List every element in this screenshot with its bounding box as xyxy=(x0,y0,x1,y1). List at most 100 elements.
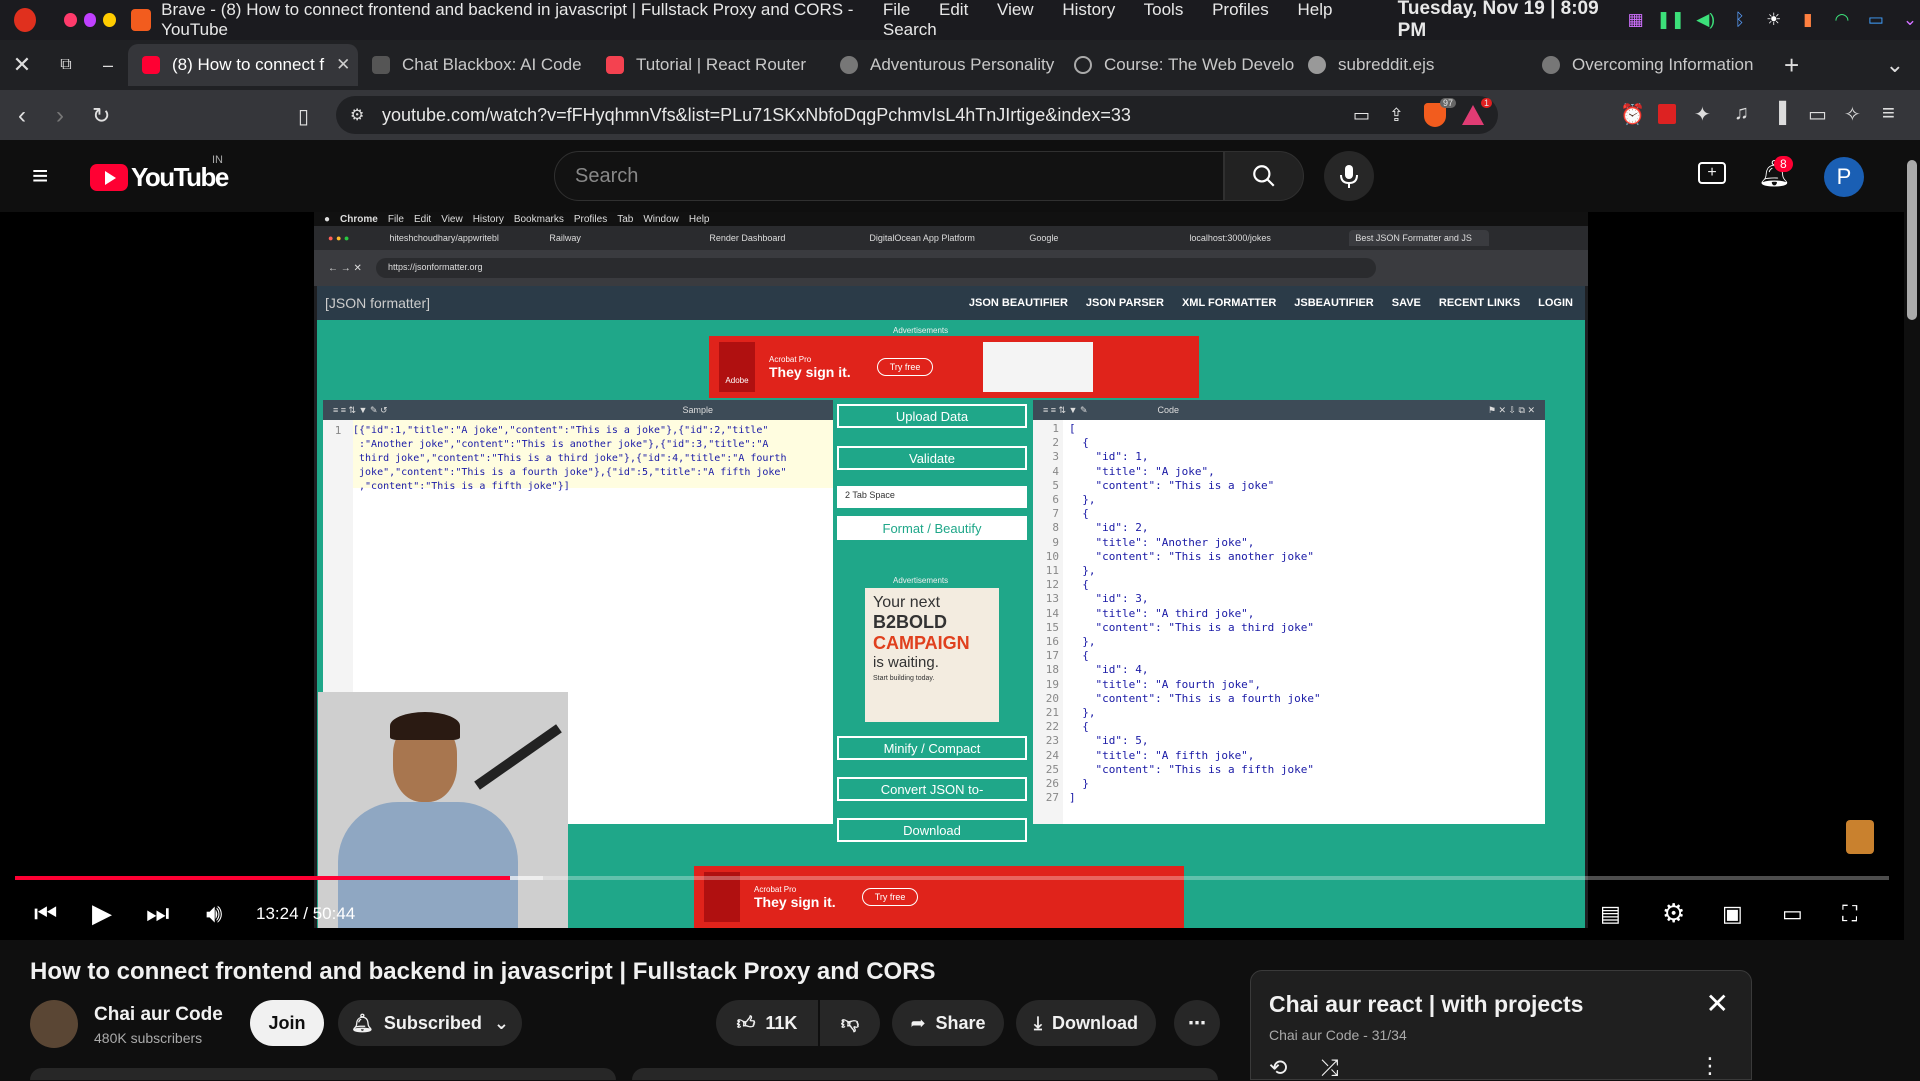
like-button[interactable]: 👍︎ 11K xyxy=(716,1000,818,1046)
tab-youtube[interactable]: (8) How to connect f ✕ xyxy=(128,44,358,86)
chevron-icon[interactable]: ⌄ xyxy=(1900,9,1920,31)
back-icon[interactable]: ‹ xyxy=(18,102,26,130)
tab-subreddit[interactable]: subreddit.ejs xyxy=(1294,44,1528,86)
youtube-logo[interactable]: YouTube IN xyxy=(90,154,229,193)
page-scrollbar[interactable] xyxy=(1904,140,1920,1080)
tab-course[interactable]: Course: The Web Develo xyxy=(1060,44,1294,86)
share-button[interactable]: ➦ Share xyxy=(892,1000,1004,1046)
input-json-text: [{"id":1,"title":"A joke","content":"Thi… xyxy=(353,420,833,492)
site-info-icon[interactable]: ⚙ xyxy=(350,105,364,125)
channel-avatar[interactable] xyxy=(30,1000,78,1048)
video-frame: ● Chrome File Edit View History Bookmark… xyxy=(314,212,1588,928)
screen-icon[interactable]: ▭ xyxy=(1866,9,1886,31)
minimize-window-icon[interactable]: – xyxy=(88,55,128,76)
menu-profiles[interactable]: Profiles xyxy=(1212,0,1269,19)
new-tab-icon[interactable]: + xyxy=(1784,50,1799,81)
theater-mode-icon[interactable]: ▭ xyxy=(1782,901,1803,927)
bluetooth-icon[interactable]: ᛒ xyxy=(1730,9,1750,31)
search-input[interactable]: Search xyxy=(554,151,1224,201)
browser-menu-icon[interactable]: ≡ xyxy=(1882,100,1895,126)
miniplayer-icon[interactable]: ▣ xyxy=(1722,901,1743,927)
input-panel-toolbar: ≡ ≡ ⇅ ▼ ✎ ↺ Sample xyxy=(323,400,833,420)
video-player[interactable]: ● Chrome File Edit View History Bookmark… xyxy=(0,212,1904,940)
volume-icon[interactable]: ◀) xyxy=(1696,9,1716,31)
wifi-icon[interactable]: ◠ xyxy=(1832,9,1852,31)
previous-icon[interactable]: ⏮ xyxy=(34,898,57,930)
ad-brand: Acrobat Pro xyxy=(769,354,812,364)
loop-icon[interactable]: ⟲ xyxy=(1269,1055,1287,1081)
cast-icon[interactable]: ▭ xyxy=(1353,105,1370,126)
play-icon[interactable]: ▶ xyxy=(92,898,112,929)
tab-chatgpt[interactable]: Adventurous Personality xyxy=(826,44,1060,86)
system-clock[interactable]: Tuesday, Nov 19 | 8:09 PM xyxy=(1398,0,1612,42)
download-button[interactable]: ⤓ Download xyxy=(1016,1000,1156,1046)
description-preview-right xyxy=(632,1068,1218,1080)
b2bold-ad: Your next B2BOLD CAMPAIGN is waiting. St… xyxy=(865,588,999,722)
sidebar-icon[interactable]: ▐ xyxy=(1772,102,1786,125)
toolbar-icons: ≡ ≡ ⇅ ▼ ✎ ↺ xyxy=(333,404,388,415)
share-icon[interactable]: ⇪ xyxy=(1389,105,1404,126)
brave-rewards-icon[interactable] xyxy=(1462,105,1484,125)
alarm-icon[interactable]: ⏰ xyxy=(1620,102,1645,127)
create-video-icon[interactable]: + xyxy=(1698,162,1726,184)
scrollbar-thumb[interactable] xyxy=(1907,160,1917,320)
menu-history[interactable]: History xyxy=(1062,0,1115,19)
music-icon[interactable]: ♫ xyxy=(1734,102,1749,125)
dislike-button[interactable]: 👎︎ xyxy=(820,1000,880,1046)
menu-search[interactable]: Search xyxy=(883,20,937,39)
window-max-dot[interactable] xyxy=(103,13,117,27)
inner-menu-item: Edit xyxy=(413,213,432,225)
subtitles-icon[interactable]: ▤ xyxy=(1600,901,1621,927)
brave-os-icon[interactable] xyxy=(14,8,36,32)
menu-edit[interactable]: Edit xyxy=(939,0,968,19)
next-icon[interactable]: ⏭ xyxy=(146,898,169,930)
volume-icon[interactable]: 🔊︎ xyxy=(206,898,222,930)
tab-list-chevron-icon[interactable]: ⌄ xyxy=(1886,52,1904,78)
close-window-icon[interactable]: ✕ xyxy=(0,52,44,78)
bookmark-icon[interactable]: ▯ xyxy=(298,104,309,129)
menu-view[interactable]: View xyxy=(997,0,1034,19)
tab-react-router[interactable]: Tutorial | React Router xyxy=(592,44,826,86)
hamburger-menu-icon[interactable]: ≡ xyxy=(32,160,48,192)
voice-search-button[interactable] xyxy=(1324,151,1374,201)
url-field[interactable]: ⚙ youtube.com/watch?v=fFHyqhmnVfs&list=P… xyxy=(336,96,1498,134)
fullscreen-icon[interactable]: ⛶ xyxy=(1842,901,1857,927)
playlist-sub: Chai aur Code - 31/34 xyxy=(1269,1027,1407,1043)
window-close-dot[interactable] xyxy=(63,13,77,27)
restore-window-icon[interactable]: ⧉ xyxy=(44,56,88,74)
search-button[interactable] xyxy=(1224,151,1304,201)
settings-gear-icon[interactable]: ⚙ xyxy=(1662,898,1685,929)
window-min-dot[interactable] xyxy=(83,13,97,27)
extensions-icon[interactable]: ✦ xyxy=(1694,102,1711,127)
battery-icon[interactable]: ▮ xyxy=(1798,9,1818,31)
pause-icon[interactable]: ❚❚ xyxy=(1656,9,1685,31)
account-avatar[interactable]: P xyxy=(1824,157,1864,197)
playlist-title[interactable]: Chai aur react | with projects xyxy=(1269,991,1583,1018)
close-tab-icon[interactable]: ✕ xyxy=(324,55,350,75)
playlist-panel: Chai aur react | with projects Chai aur … xyxy=(1250,970,1752,1080)
progress-bar[interactable] xyxy=(15,876,1889,880)
brightness-icon[interactable]: ☀ xyxy=(1764,9,1784,31)
reload-icon[interactable]: ↻ xyxy=(92,103,110,129)
join-button[interactable]: Join xyxy=(250,1000,324,1046)
subscribed-button[interactable]: 🔔︎ Subscribed ⌄ xyxy=(338,1000,522,1046)
leo-ai-icon[interactable]: ✧ xyxy=(1844,102,1861,127)
menu-help[interactable]: Help xyxy=(1297,0,1332,19)
shuffle-icon[interactable]: ⤮ xyxy=(1321,1055,1339,1081)
close-playlist-icon[interactable]: ✕ xyxy=(1706,987,1729,1020)
wallet-icon[interactable]: ▭ xyxy=(1808,102,1827,127)
ad-label: Advertisements xyxy=(893,576,949,585)
forward-icon[interactable]: › xyxy=(56,102,64,130)
tab-label: Adventurous Personality xyxy=(870,55,1055,74)
pdf-extension-icon[interactable] xyxy=(1658,104,1676,124)
calendar-icon[interactable]: ▦ xyxy=(1626,9,1646,31)
tab-overcoming[interactable]: Overcoming Information xyxy=(1528,44,1762,86)
tab-blackbox[interactable]: Chat Blackbox: AI Code xyxy=(358,44,592,86)
channel-watermark-icon[interactable] xyxy=(1846,820,1874,854)
validate-button: Validate xyxy=(837,446,1027,470)
menu-tools[interactable]: Tools xyxy=(1144,0,1184,19)
more-actions-button[interactable]: ⋯ xyxy=(1174,1000,1220,1046)
playlist-more-icon[interactable]: ⋮ xyxy=(1699,1053,1721,1079)
channel-name[interactable]: Chai aur Code xyxy=(94,1004,223,1026)
menu-file[interactable]: File xyxy=(883,0,910,19)
